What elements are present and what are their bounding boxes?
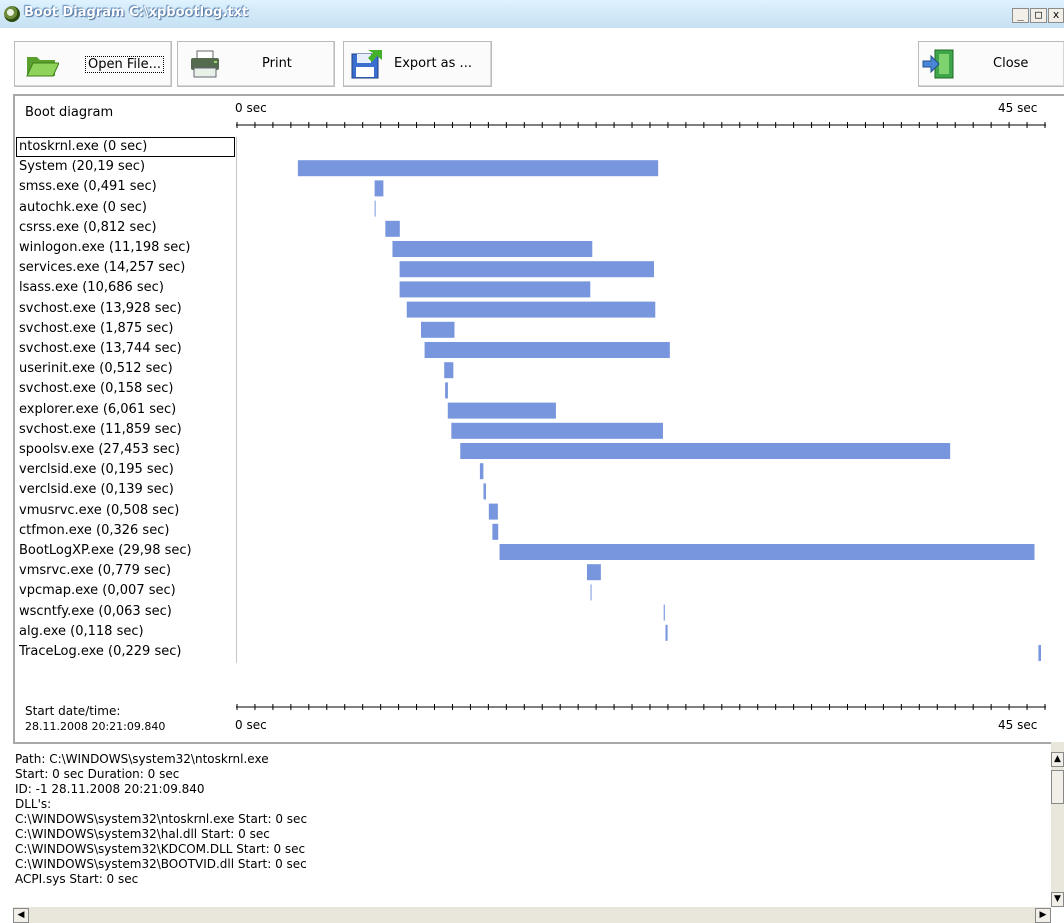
exit-door-icon [922, 49, 954, 79]
process-duration-bar[interactable] [424, 342, 670, 358]
process-row-label[interactable]: System (20,19 sec) [19, 157, 145, 177]
process-duration-bar[interactable] [374, 180, 384, 197]
process-duration-bar[interactable] [444, 362, 454, 379]
process-duration-bar[interactable] [488, 503, 498, 520]
process-duration-bar[interactable] [421, 321, 455, 338]
close-label: Close [993, 56, 1029, 71]
detail-line: Path: C:\WINDOWS\system32\ntoskrnl.exe [15, 752, 269, 766]
process-row-label[interactable]: vpcmap.exe (0,007 sec) [19, 581, 176, 601]
process-duration-bar[interactable] [586, 564, 601, 581]
print-label: Print [262, 56, 292, 71]
detail-line: Start: 0 sec Duration: 0 sec [15, 767, 180, 781]
scroll-left-button[interactable]: ◀ [13, 908, 29, 923]
folder-icon [26, 57, 59, 77]
open-file-label: Open File... [85, 56, 165, 73]
process-duration-bar[interactable] [665, 624, 668, 641]
process-row-label[interactable]: csrss.exe (0,812 sec) [19, 218, 157, 238]
process-duration-bar[interactable] [447, 402, 556, 419]
process-duration-bar[interactable] [460, 443, 951, 459]
open-file-button[interactable]: Open File... [14, 41, 172, 87]
process-duration-bar[interactable] [663, 604, 665, 621]
process-row-label[interactable]: svchost.exe (13,744 sec) [19, 339, 182, 359]
process-row-label[interactable]: autochk.exe (0 sec) [19, 198, 147, 218]
process-duration-bar[interactable] [374, 200, 376, 217]
detail-line: DLL's: [15, 797, 52, 811]
process-row-label[interactable]: verclsid.exe (0,195 sec) [19, 460, 174, 480]
process-row-label[interactable]: vmusrvc.exe (0,508 sec) [19, 501, 179, 521]
process-row-label[interactable]: ctfmon.exe (0,326 sec) [19, 521, 169, 541]
restore-button[interactable]: □ [1030, 8, 1047, 23]
detail-line: C:\WINDOWS\system32\BOOTVID.dll Start: 0… [15, 857, 307, 871]
detail-line: ACPI.sys Start: 0 sec [15, 872, 139, 886]
process-row-label[interactable]: svchost.exe (1,875 sec) [19, 319, 173, 339]
details-vertical-scrollbar[interactable]: ▲ ▼ [1051, 742, 1064, 907]
process-row-label[interactable]: lsass.exe (10,686 sec) [19, 278, 164, 298]
process-duration-bar[interactable] [392, 241, 593, 257]
process-row-label[interactable]: svchost.exe (11,859 sec) [19, 420, 182, 440]
process-row-label[interactable]: winlogon.exe (11,198 sec) [19, 238, 191, 258]
axis-start-bottom: 0 sec [235, 718, 267, 732]
process-row-label[interactable]: userinit.exe (0,512 sec) [19, 359, 173, 379]
process-list: ntoskrnl.exe (0 sec) System (20,19 sec) sm… [16, 137, 237, 663]
start-datetime-label: Start date/time: [25, 704, 121, 718]
process-duration-bar[interactable] [492, 523, 499, 540]
process-row-label[interactable]: explorer.exe (6,061 sec) [19, 400, 176, 420]
boot-diagram-header: Boot diagram [25, 105, 114, 120]
process-row-label[interactable]: verclsid.exe (0,139 sec) [19, 480, 174, 500]
process-row-label[interactable]: wscntfy.exe (0,063 sec) [19, 602, 172, 622]
process-row-label[interactable]: services.exe (14,257 sec) [19, 258, 185, 278]
axis-end-top: 45 sec [998, 101, 1038, 115]
scroll-right-button[interactable]: ▶ [1035, 908, 1051, 923]
process-duration-bar[interactable] [483, 483, 486, 500]
toolbar: Open File... Print Export as ... Close [0, 28, 1064, 94]
process-duration-bar[interactable] [499, 544, 1035, 560]
minimize-button[interactable]: _ [1012, 8, 1029, 23]
process-row-label[interactable]: TraceLog.exe (0,229 sec) [19, 642, 181, 662]
process-duration-bar[interactable] [385, 220, 400, 237]
process-row-label[interactable]: svchost.exe (13,928 sec) [19, 299, 182, 319]
detail-line: ID: -1 28.11.2008 20:21:09.840 [15, 782, 205, 796]
scroll-thumb[interactable] [1051, 770, 1064, 804]
details-text-area[interactable]: Path: C:\WINDOWS\system32\ntoskrnl.exe St… [13, 742, 1051, 907]
top-time-ruler [236, 122, 1046, 128]
bottom-time-ruler [236, 704, 1046, 710]
process-duration-bar[interactable] [297, 160, 659, 177]
process-duration-bar[interactable] [451, 422, 663, 439]
process-row-label[interactable]: alg.exe (0,118 sec) [19, 622, 144, 642]
axis-end-bottom: 45 sec [998, 718, 1038, 732]
scroll-down-button[interactable]: ▼ [1051, 892, 1064, 907]
start-datetime-value: 28.11.2008 20:21:09.840 [25, 720, 166, 733]
process-duration-bar[interactable] [590, 584, 592, 601]
process-row-label[interactable]: BootLogXP.exe (29,98 sec) [19, 541, 192, 561]
app-icon[interactable] [4, 6, 20, 22]
process-row-label[interactable]: svchost.exe (0,158 sec) [19, 379, 173, 399]
close-window-button[interactable]: x [1048, 8, 1064, 23]
details-horizontal-scrollbar[interactable]: ◀ ▶ [13, 907, 1051, 923]
export-button[interactable]: Export as ... [343, 41, 492, 87]
process-row-label[interactable]: smss.exe (0,491 sec) [19, 177, 157, 197]
axis-start-top: 0 sec [235, 101, 267, 115]
printer-icon [191, 50, 219, 78]
process-row-label[interactable]: vmsrvc.exe (0,779 sec) [19, 561, 171, 581]
process-duration-bar[interactable] [445, 382, 448, 399]
title-bar[interactable]: Boot Diagram C:\xpbootlog.txt _ □ x [0, 0, 1064, 28]
export-label: Export as ... [394, 56, 472, 71]
process-duration-bar[interactable] [406, 301, 656, 318]
detail-line: C:\WINDOWS\system32\hal.dll Start: 0 sec [15, 827, 270, 841]
process-row-label[interactable]: ntoskrnl.exe (0 sec) [16, 137, 235, 157]
process-row-label[interactable]: spoolsv.exe (27,453 sec) [19, 440, 180, 460]
window-title: Boot Diagram C:\xpbootlog.txt [24, 5, 249, 20]
process-duration-bar[interactable] [1038, 645, 1041, 661]
scroll-up-button[interactable]: ▲ [1051, 752, 1064, 767]
process-duration-bar[interactable] [399, 281, 591, 298]
print-button[interactable]: Print [177, 41, 335, 87]
process-duration-bar[interactable] [399, 261, 655, 278]
close-button[interactable]: Close [918, 41, 1064, 87]
detail-line: C:\WINDOWS\system32\KDCOM.DLL Start: 0 s… [15, 842, 306, 856]
detail-line: C:\WINDOWS\system32\ntoskrnl.exe Start: … [15, 812, 308, 826]
export-disk-icon [351, 50, 382, 79]
process-duration-bar[interactable] [479, 463, 484, 480]
